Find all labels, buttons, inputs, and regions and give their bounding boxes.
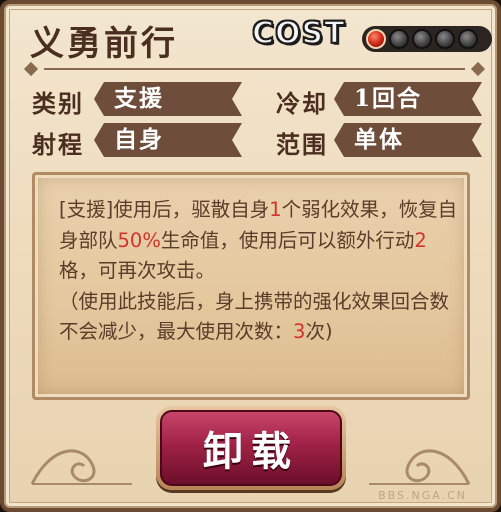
cost-pip-icon — [458, 29, 478, 49]
scope-label: 范围 — [276, 130, 328, 159]
cost-pip-icon — [366, 29, 386, 49]
watermark: BBS.NGA.CN — [378, 489, 467, 502]
skill-description-panel: [支援]使用后，驱散自身1个弱化效果，恢复自身部队50%生命值，使用后可以额外行… — [32, 172, 470, 400]
cost-pip-icon — [389, 29, 409, 49]
cost-pip-icon — [435, 29, 455, 49]
unload-button[interactable]: 卸载 — [160, 410, 342, 486]
category-value: 支援 — [94, 82, 242, 116]
scope-value: 单体 — [334, 123, 482, 157]
ornament-scroll-icon — [30, 449, 132, 485]
cost-label: COST — [251, 15, 346, 52]
header-divider — [22, 61, 487, 77]
cost-pip-icon — [412, 29, 432, 49]
range-label: 射程 — [32, 130, 84, 159]
cost-meter — [362, 26, 492, 52]
ornament-scroll-icon — [369, 449, 471, 485]
skill-card: 义勇前行 COST 类别 支援 冷却 1回合 射程 自身 范围 单体 [支援]使… — [0, 0, 501, 512]
skill-description: [支援]使用后，驱散自身1个弱化效果，恢复自身部队50%生命值，使用后可以额外行… — [59, 198, 458, 343]
unload-button-frame: 卸载 — [156, 406, 346, 490]
cooldown-value: 1回合 — [334, 82, 482, 116]
range-value: 自身 — [94, 123, 242, 157]
cooldown-label: 冷却 — [276, 89, 328, 118]
skill-name: 义勇前行 — [30, 24, 178, 64]
category-label: 类别 — [32, 89, 84, 118]
